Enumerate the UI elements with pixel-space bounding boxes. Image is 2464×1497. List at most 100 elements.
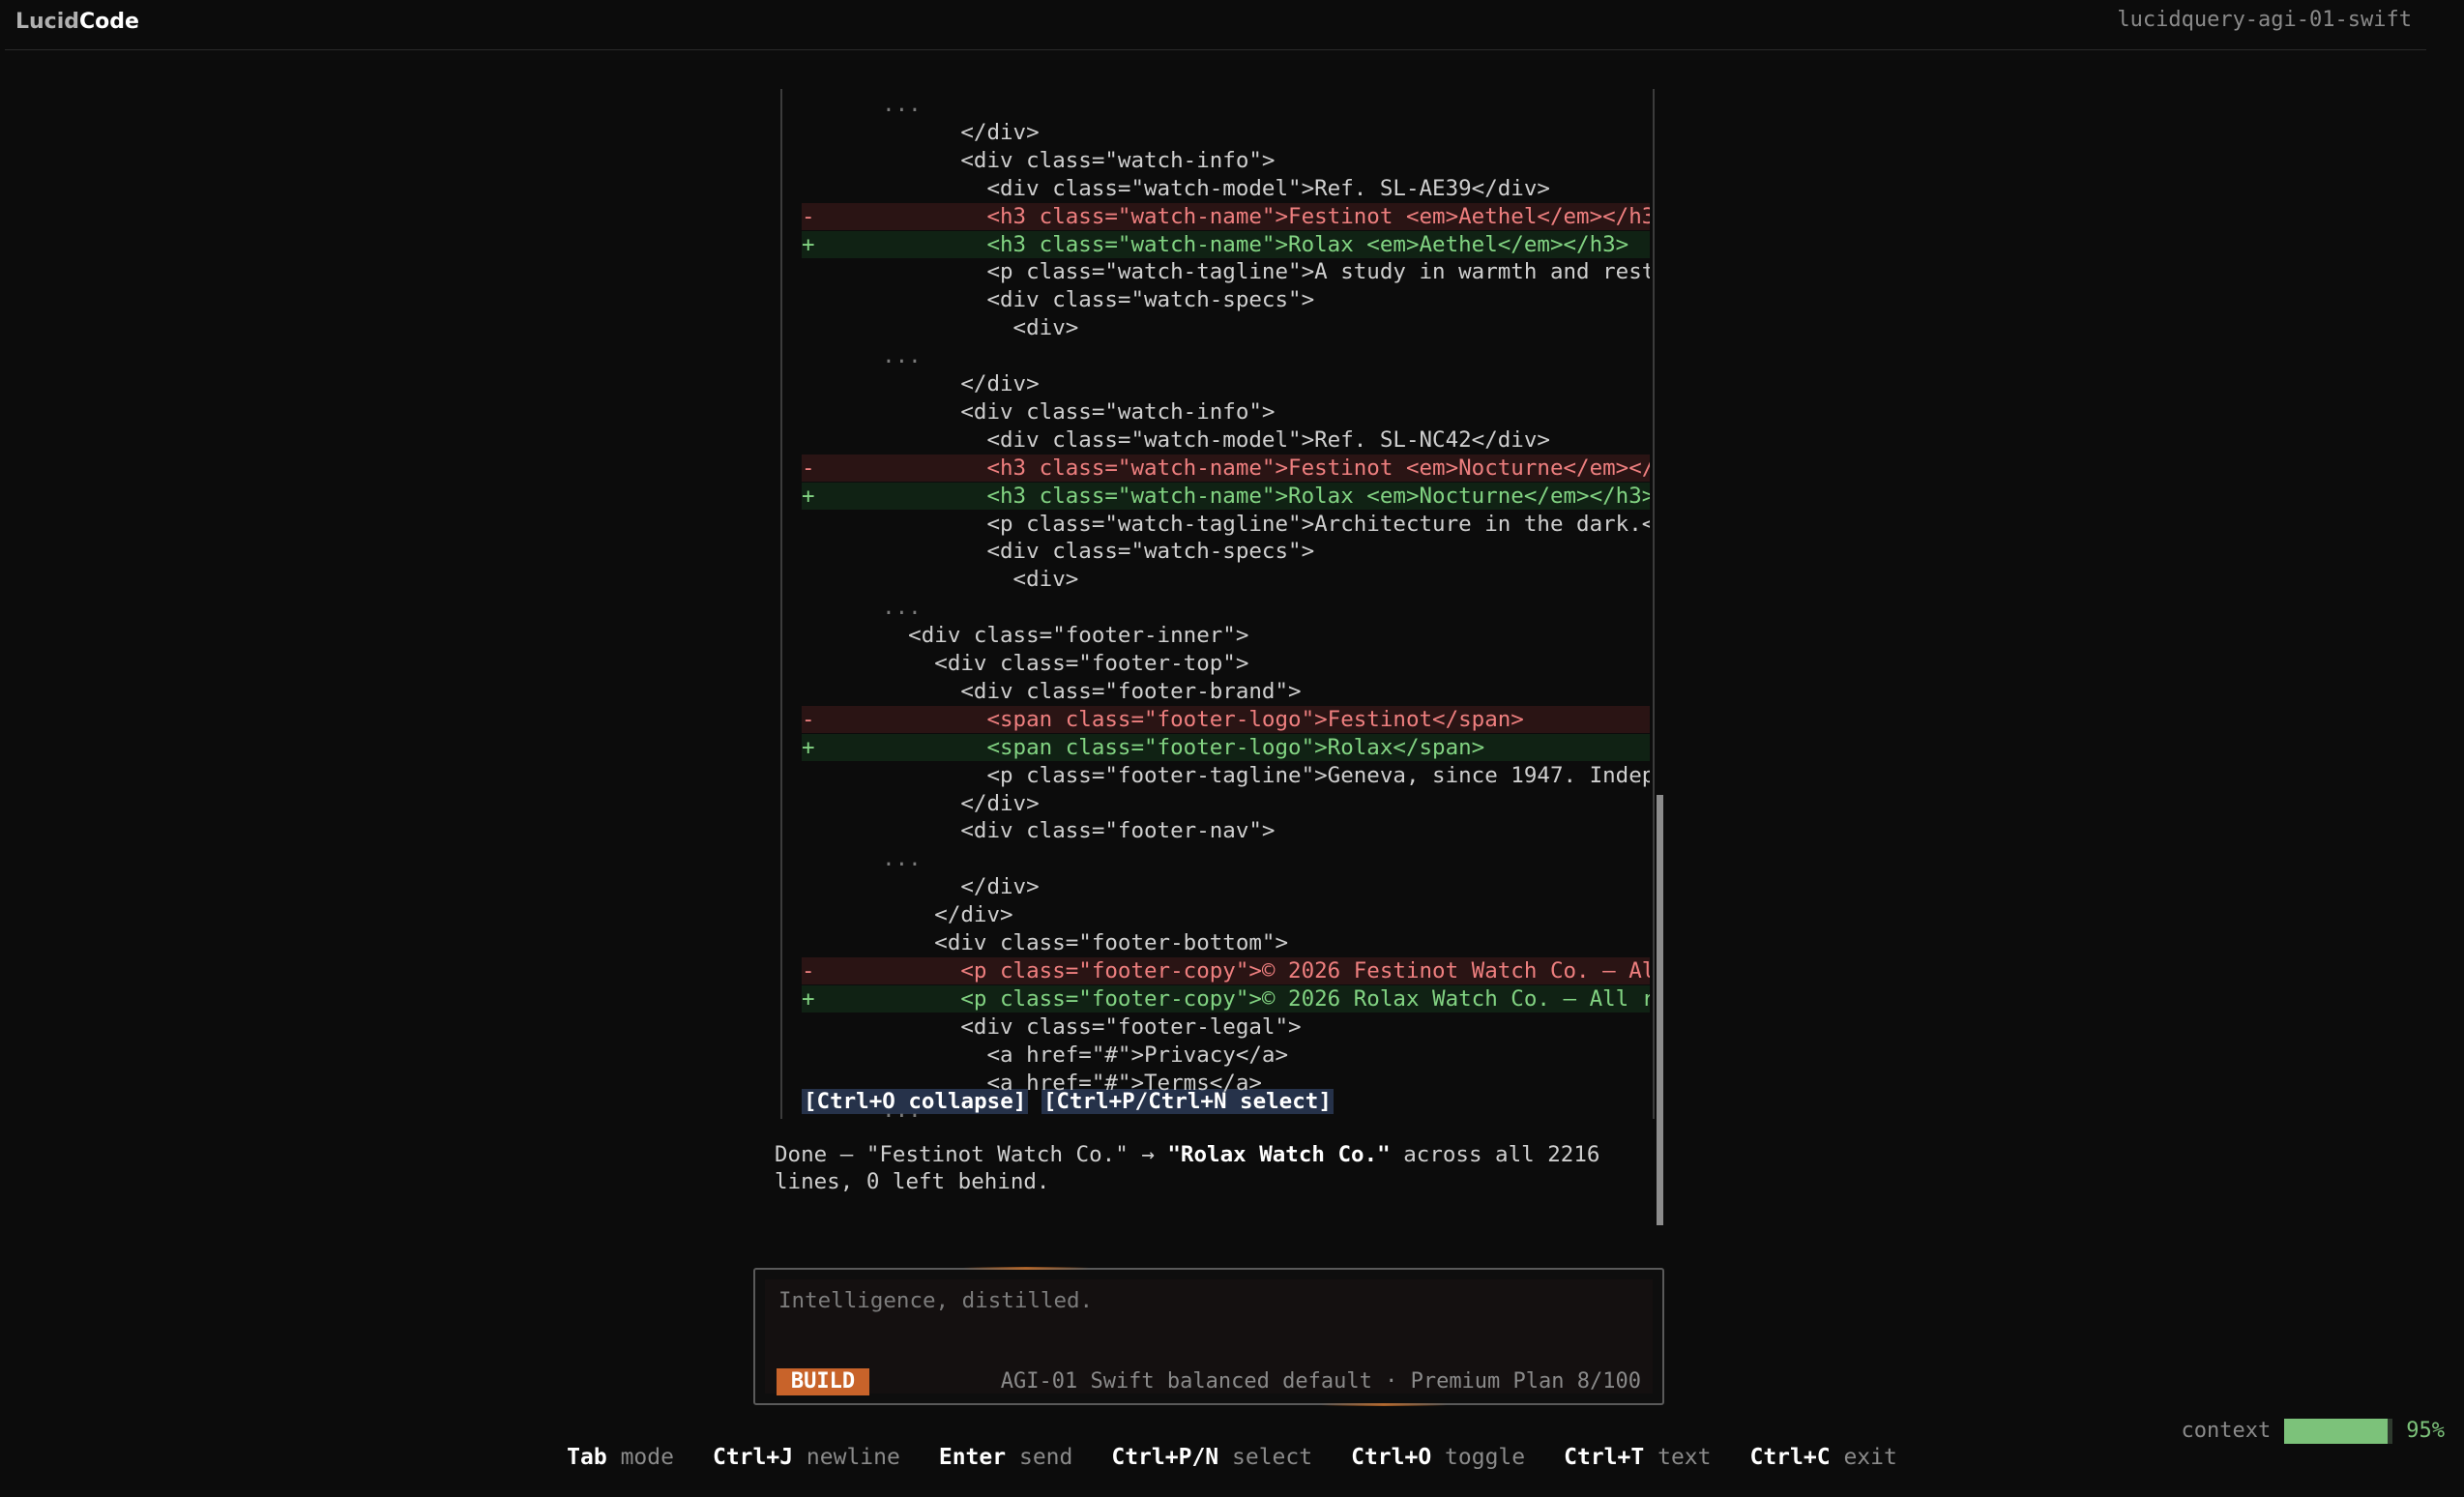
diff-line-context: </div>: [802, 790, 1650, 817]
transcript-panel[interactable]: [Ctrl+O collapse] [Ctrl+P/Ctrl+N select]…: [774, 89, 1663, 1225]
diff-sign: +: [802, 231, 815, 257]
diff-text: <p class="footer-copy">© 2026 Rolax Watc…: [856, 985, 1650, 1012]
diff-text: </div>: [856, 902, 1013, 928]
diff-sign: -: [802, 706, 815, 732]
shortcut-action: text: [1657, 1445, 1712, 1470]
diff-sign: -: [802, 203, 815, 229]
shortcut-action: select: [1232, 1445, 1313, 1470]
diff-text: <h3 class="watch-name">Festinot <em>Aeth…: [856, 203, 1650, 229]
diff-text: <h3 class="watch-name">Rolax <em>Nocturn…: [856, 483, 1650, 509]
diff-line-removed: - <h3 class="watch-name">Festinot <em>Ae…: [802, 202, 1650, 230]
diff-text: ...: [856, 595, 922, 621]
diff-text: <div class="watch-model">Ref. SL-AE39</d…: [856, 175, 1550, 201]
diff-ellipsis: ...: [802, 91, 1650, 118]
diff-text: <a href="#">Privacy</a>: [856, 1042, 1289, 1068]
diff-sign: -: [802, 957, 815, 983]
message-highlight: "Rolax Watch Co.": [1167, 1142, 1391, 1167]
diff-line-context: <div class="watch-model">Ref. SL-NC42</d…: [802, 426, 1650, 454]
shortcut-send: Enter send: [939, 1444, 1073, 1471]
diff-line-context: <p class="footer-tagline">Geneva, since …: [802, 762, 1650, 789]
diff-text: <span class="footer-logo">Festinot</span…: [856, 706, 1524, 732]
diff-line-context: <div>: [802, 566, 1650, 593]
diff-text: <div class="footer-top">: [856, 651, 1249, 676]
shortcut-key: Ctrl+C: [1749, 1445, 1831, 1470]
diff-line-added: + <h3 class="watch-name">Rolax <em>Noctu…: [802, 482, 1650, 510]
session-name: lucidquery-agi-01-swift: [2117, 8, 2412, 32]
diff-ellipsis: ...: [802, 342, 1650, 369]
scrollbar-thumb[interactable]: [1657, 795, 1663, 1225]
diff-line-removed: - <h3 class="watch-name">Festinot <em>No…: [802, 454, 1650, 482]
message-prefix: Done — "Festinot Watch Co." →: [775, 1142, 1168, 1167]
diff-ellipsis: ...: [802, 1097, 1650, 1124]
diff-line-context: <div class="watch-specs">: [802, 538, 1650, 565]
diff-text: </div>: [856, 874, 1040, 900]
context-meter: context 95%: [2182, 1418, 2445, 1445]
diff-line-context: <div class="watch-info">: [802, 398, 1650, 426]
app-header: LucidCode lucidquery-agi-01-swift: [5, 0, 2426, 50]
diff-line-context: <div class="footer-bottom">: [802, 929, 1650, 956]
diff-line-context: <div class="watch-info">: [802, 147, 1650, 174]
diff-line-context: <a href="#">Terms</a>: [802, 1070, 1650, 1097]
mode-badge[interactable]: BUILD: [777, 1368, 869, 1395]
diff-ellipsis: ...: [802, 845, 1650, 872]
diff-text: <p class="watch-tagline">A study in warm…: [856, 259, 1650, 285]
diff-text: ...: [856, 1098, 922, 1124]
diff-text: <p class="footer-tagline">Geneva, since …: [856, 762, 1650, 788]
diff-line-context: </div>: [802, 119, 1650, 146]
shortcut-action: exit: [1843, 1445, 1897, 1470]
input-glow-top: [963, 1267, 1089, 1270]
shortcut-key: Enter: [938, 1445, 1007, 1470]
shortcut-key: Ctrl+J: [712, 1445, 794, 1470]
diff-sign: +: [802, 483, 815, 509]
diff-line-removed: - <span class="footer-logo">Festinot</sp…: [802, 705, 1650, 733]
assistant-message: Done — "Festinot Watch Co." → "Rolax Wat…: [775, 1141, 1645, 1195]
diff-text: <div class="watch-specs">: [856, 539, 1315, 565]
diff-view[interactable]: [Ctrl+O collapse] [Ctrl+P/Ctrl+N select]…: [780, 89, 1655, 1123]
diff-line-context: <div class="footer-brand">: [802, 678, 1650, 705]
prompt-inner: BUILD AGI-01 Swift balanced default · Pr…: [765, 1279, 1653, 1395]
diff-line-added: + <span class="footer-logo">Rolax</span>: [802, 733, 1650, 761]
context-percent: 95%: [2406, 1419, 2445, 1443]
diff-text: </div>: [856, 119, 1040, 145]
diff-text: <div class="watch-info">: [856, 398, 1276, 425]
context-bar: [2284, 1419, 2393, 1444]
shortcut-action: send: [1018, 1445, 1073, 1470]
shortcut-select: Ctrl+P/N select: [1111, 1444, 1312, 1471]
shortcut-toggle: Ctrl+O toggle: [1351, 1444, 1525, 1471]
diff-text: <a href="#">Terms</a>: [856, 1070, 1262, 1096]
model-info: AGI-01 Swift balanced default · Premium …: [1000, 1369, 1641, 1394]
diff-text: <p class="watch-tagline">Architecture in…: [856, 511, 1650, 537]
shortcut-action: toggle: [1445, 1445, 1526, 1470]
diff-text: <h3 class="watch-name">Festinot <em>Noct…: [856, 455, 1650, 481]
diff-text: <div class="footer-inner">: [856, 623, 1249, 649]
context-label: context: [2181, 1419, 2272, 1443]
diff-text: ...: [856, 92, 922, 117]
diff-line-context: <div class="footer-inner">: [802, 622, 1650, 649]
shortcut-bar: Tab mode Ctrl+J newline Enter send Ctrl+P/N…: [0, 1444, 2464, 1471]
shortcut-action: mode: [620, 1445, 674, 1470]
input-glow-bottom: [1321, 1403, 1447, 1406]
prompt-input[interactable]: [777, 1287, 1631, 1314]
diff-text: <div class="footer-nav">: [856, 818, 1276, 844]
diff-line-context: <a href="#">Privacy</a>: [802, 1042, 1650, 1069]
diff-line-context: <div class="watch-specs">: [802, 286, 1650, 313]
diff-text: </div>: [856, 790, 1040, 816]
diff-text: <div class="footer-bottom">: [856, 930, 1289, 955]
diff-text: <div class="watch-specs">: [856, 287, 1315, 313]
diff-text: <div>: [856, 315, 1079, 341]
prompt-box[interactable]: BUILD AGI-01 Swift balanced default · Pr…: [753, 1267, 1664, 1406]
diff-line-context: <p class="watch-tagline">Architecture in…: [802, 511, 1650, 538]
diff-line-context: <p class="watch-tagline">A study in warm…: [802, 258, 1650, 285]
diff-line-context: </div>: [802, 873, 1650, 900]
diff-ellipsis: ...: [802, 594, 1650, 621]
app-logo: LucidCode: [15, 10, 139, 34]
diff-line-removed: - <p class="footer-copy">© 2026 Festinot…: [802, 956, 1650, 984]
diff-text: </div>: [856, 371, 1040, 396]
diff-line-context: <div class="watch-model">Ref. SL-AE39</d…: [802, 175, 1650, 202]
diff-text: ...: [856, 846, 922, 872]
diff-line-context: </div>: [802, 370, 1650, 397]
diff-line-context: </div>: [802, 901, 1650, 928]
diff-sign: -: [802, 455, 815, 481]
diff-sign: +: [802, 985, 815, 1012]
diff-text: <div class="footer-brand">: [856, 678, 1302, 704]
